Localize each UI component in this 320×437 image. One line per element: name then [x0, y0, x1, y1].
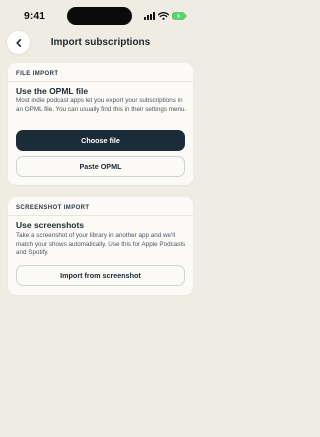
status-icons: [144, 11, 187, 20]
screenshots-description: Take a screenshot of your library in ano…: [16, 232, 186, 257]
section-label-screenshot-import: SCREENSHOT IMPORT: [16, 205, 90, 211]
status-bar: 9:41: [0, 0, 201, 30]
divider: [8, 215, 193, 216]
opml-description: Most indie podcast apps let you export y…: [16, 97, 187, 113]
cellular-signal-icon: [144, 11, 155, 20]
wifi-icon: [158, 11, 169, 20]
battery-charging-icon: [172, 11, 187, 20]
page-title: Import subscriptions: [50, 37, 151, 48]
screenshot-import-card: SCREENSHOT IMPORT Use screenshots Take a…: [8, 197, 193, 295]
status-time: 9:41: [24, 10, 46, 22]
section-label-file-import: FILE IMPORT: [16, 71, 59, 77]
paste-opml-button[interactable]: Paste OPML: [16, 156, 185, 177]
divider: [8, 81, 193, 82]
dynamic-island: [67, 7, 132, 25]
opml-heading: Use the OPML file: [16, 86, 89, 96]
import-subscriptions-screen: 9:41 Import subscriptions FILE IMPORT Us…: [0, 0, 201, 437]
file-import-card: FILE IMPORT Use the OPML file Most indie…: [8, 63, 193, 185]
import-from-screenshot-button[interactable]: Import from screenshot: [16, 265, 185, 286]
choose-file-button[interactable]: Choose file: [16, 130, 185, 151]
screenshots-heading: Use screenshots: [16, 220, 85, 230]
